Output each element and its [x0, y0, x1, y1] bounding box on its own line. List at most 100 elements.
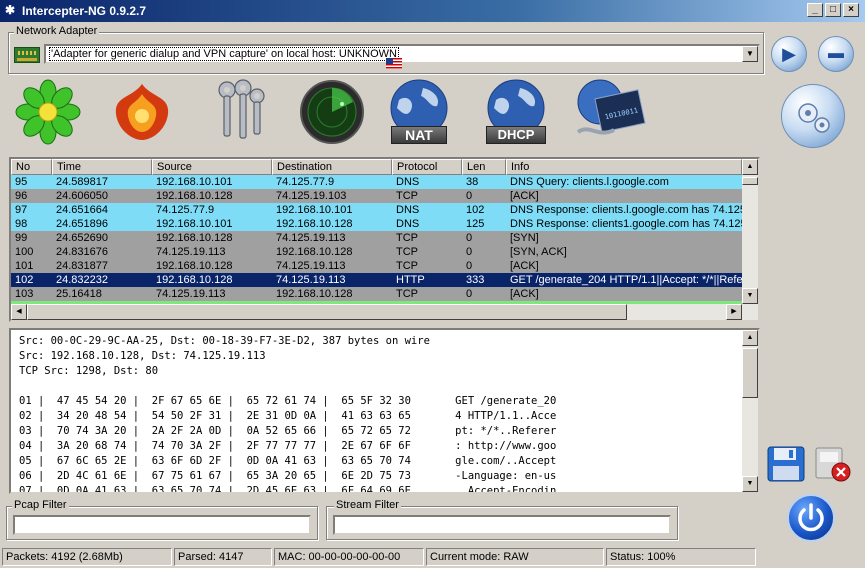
cell-proto: DNS — [396, 176, 420, 188]
table-hscroll-thumb[interactable] — [27, 304, 627, 320]
cell-no: 98 — [15, 218, 28, 230]
table-row[interactable]: 102 24.832232 192.168.10.128 74.125.19.113 H… — [11, 273, 742, 287]
status-bar: Packets: 4192 (2.68Mb) Parsed: 4147 MAC:… — [0, 546, 865, 568]
window-title: Intercepter-NG 0.9.2.7 — [22, 4, 147, 18]
us-flag-icon — [386, 58, 402, 69]
table-row[interactable]: 98 24.651896 192.168.10.101 192.168.10.128 D… — [11, 217, 742, 231]
detail-line: 06 | 2D 4C 61 6E | 67 75 61 67 | 65 3A 2… — [19, 470, 557, 482]
dhcp-globe-icon[interactable]: DHCP — [482, 78, 550, 146]
scroll-left-icon[interactable]: ◀ — [11, 304, 27, 320]
app-icon: ✱ — [5, 3, 16, 17]
cell-src: 74.125.77.9 — [156, 204, 215, 216]
column-header-info[interactable]: Info — [506, 159, 742, 175]
detail-scroll-down-icon[interactable]: ▼ — [742, 476, 758, 492]
detail-scroll-thumb[interactable] — [742, 348, 758, 398]
network-cable-icon[interactable]: 10110011 — [574, 76, 648, 144]
detail-line: 07 | 0D 0A 41 63 | 63 65 70 74 | 2D 45 6… — [19, 485, 557, 494]
detail-vertical-scrollbar[interactable]: ▲ ▼ — [742, 330, 758, 492]
clear-button[interactable] — [814, 446, 852, 482]
cell-info: DNS Query: clients.l.google.com — [510, 176, 669, 188]
cell-no: 100 — [15, 246, 34, 258]
cell-no: 96 — [15, 190, 28, 202]
settings-button[interactable] — [781, 84, 845, 148]
cell-src: 74.125.19.113 — [156, 288, 226, 300]
close-button[interactable]: × — [843, 3, 859, 17]
status-packets: Packets: 4192 (2.68Mb) — [2, 548, 172, 566]
cell-len: 0 — [466, 232, 473, 244]
scroll-up-icon[interactable]: ▲ — [742, 159, 758, 175]
minimize-button[interactable]: _ — [807, 3, 823, 17]
chevron-down-icon[interactable]: ▼ — [742, 46, 758, 62]
stream-filter-label: Stream Filter — [334, 499, 401, 511]
cell-dst: 74.125.77.9 — [276, 176, 335, 188]
detail-line: 01 | 47 45 54 20 | 2F 67 65 6E | 65 72 6… — [19, 395, 557, 407]
cell-proto: DNS — [396, 204, 420, 216]
cell-src: 192.168.10.101 — [156, 176, 233, 188]
column-header-time[interactable]: Time — [52, 159, 152, 175]
cell-len: 0 — [466, 288, 473, 300]
icq-icon[interactable] — [14, 78, 82, 146]
phoenix-icon[interactable] — [108, 78, 176, 146]
start-capture-button[interactable]: ▶ — [771, 36, 807, 72]
detail-scroll-up-icon[interactable]: ▲ — [742, 330, 758, 346]
cell-len: 38 — [466, 176, 479, 188]
cell-info: [ACK] — [510, 260, 539, 272]
cell-info: DNS Response: clients.l.google.com has 7… — [510, 204, 742, 216]
stream-filter-input[interactable] — [333, 515, 671, 535]
nat-globe-icon[interactable]: NAT — [385, 78, 453, 146]
power-button[interactable] — [787, 494, 835, 542]
cell-dst: 74.125.19.113 — [276, 260, 346, 272]
table-row[interactable]: 101 24.831877 192.168.10.128 74.125.19.113 T… — [11, 259, 742, 273]
status-parsed: Parsed: 4147 — [174, 548, 272, 566]
cell-len: 0 — [466, 246, 473, 258]
open-folder-button[interactable]: ▬ — [818, 36, 854, 72]
cell-time: 24.651896 — [56, 218, 108, 230]
table-row[interactable]: 99 24.652690 192.168.10.128 74.125.19.113 TC… — [11, 231, 742, 245]
network-adapter-label: Network Adapter — [14, 25, 100, 37]
column-header-no[interactable]: No — [11, 159, 52, 175]
cell-dst: 192.168.10.128 — [276, 218, 353, 230]
pcap-filter-input[interactable] — [13, 515, 311, 535]
table-vertical-scrollbar[interactable]: ▲ ▼ — [742, 159, 758, 304]
column-header-destination[interactable]: Destination — [272, 159, 392, 175]
network-card-icon — [14, 47, 40, 63]
detail-line: 05 | 67 6C 65 2E | 63 6F 6D 2F | 0D 0A 4… — [19, 455, 557, 467]
table-row[interactable]: 97 24.651664 74.125.77.9 192.168.10.101 DNS 1… — [11, 203, 742, 217]
column-header-source[interactable]: Source — [152, 159, 272, 175]
cell-src: 192.168.10.128 — [156, 190, 233, 202]
packet-detail-pane[interactable]: Src: 00-0C-29-9C-AA-25, Dst: 00-18-39-F7… — [9, 328, 760, 494]
detail-line: 02 | 34 20 48 54 | 54 50 2F 31 | 2E 31 0… — [19, 410, 557, 422]
cell-time: 24.589817 — [56, 176, 108, 188]
table-row[interactable]: 95 24.589817 192.168.10.101 74.125.77.9 DNS 3… — [11, 175, 742, 189]
scroll-down-icon[interactable]: ▼ — [742, 288, 758, 304]
cell-src: 74.125.19.113 — [156, 246, 226, 258]
title-bar: ✱ Intercepter-NG 0.9.2.7 _ □ × — [0, 0, 865, 22]
cell-proto: TCP — [396, 232, 418, 244]
cell-info: DNS Response: clients1.google.com has 74… — [510, 218, 742, 230]
cell-proto: TCP — [396, 190, 418, 202]
table-horizontal-scrollbar[interactable]: ◀ ▶ — [11, 304, 758, 320]
maximize-button[interactable]: □ — [825, 3, 841, 17]
cell-time: 24.652690 — [56, 232, 108, 244]
cell-proto: TCP — [396, 260, 418, 272]
cell-src: 192.168.10.128 — [156, 232, 233, 244]
table-scroll-thumb[interactable] — [742, 177, 758, 185]
detail-line: Src: 192.168.10.128, Dst: 74.125.19.113 — [19, 350, 266, 362]
cell-time: 24.606050 — [56, 190, 108, 202]
keys-icon[interactable] — [205, 76, 273, 144]
size-grip[interactable] — [758, 548, 863, 566]
column-header-len[interactable]: Len — [462, 159, 506, 175]
cell-dst: 192.168.10.128 — [276, 246, 353, 258]
floppy-disk-icon — [767, 446, 805, 482]
column-header-protocol[interactable]: Protocol — [392, 159, 462, 175]
scroll-right-icon[interactable]: ▶ — [726, 304, 742, 320]
cell-len: 0 — [466, 190, 473, 202]
cell-dst: 74.125.19.103 — [276, 190, 347, 202]
adapter-select[interactable]: 'Adapter for generic dialup and VPN capt… — [44, 44, 760, 64]
save-button[interactable] — [767, 446, 805, 482]
table-row[interactable]: 96 24.606050 192.168.10.128 74.125.19.103 TC… — [11, 189, 742, 203]
table-row[interactable]: 103 25.16418 74.125.19.113 192.168.10.128 TC… — [11, 287, 742, 301]
cell-no: 99 — [15, 232, 28, 244]
table-row[interactable]: 100 24.831676 74.125.19.113 192.168.10.128 T… — [11, 245, 742, 259]
radar-icon[interactable] — [298, 78, 366, 146]
